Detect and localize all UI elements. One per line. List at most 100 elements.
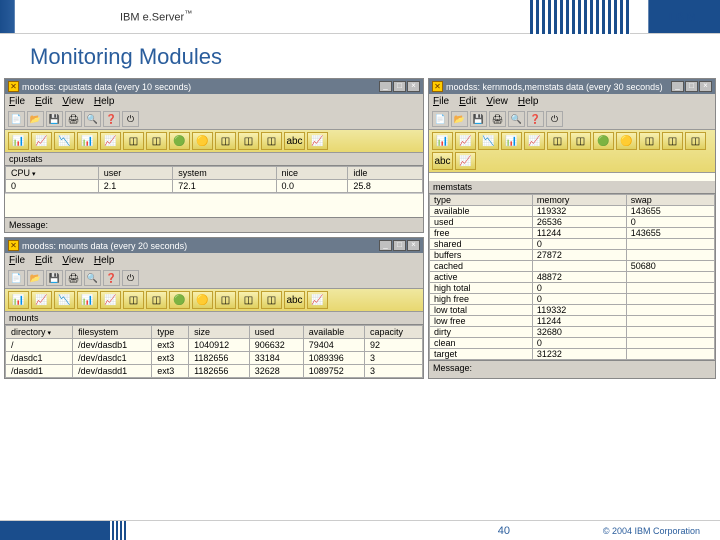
chart-button-2[interactable]: 📉 bbox=[54, 132, 75, 150]
menu-file[interactable]: File bbox=[433, 96, 449, 107]
table-row[interactable]: used265360 bbox=[430, 217, 715, 228]
chart-button-10[interactable]: ◫ bbox=[238, 291, 259, 309]
toolbar-button-6[interactable]: ⏻ bbox=[546, 111, 563, 127]
menu-view[interactable]: View bbox=[486, 96, 508, 107]
toolbar-button-3[interactable]: 🖨 bbox=[489, 111, 506, 127]
toolbar-button-4[interactable]: 🔍 bbox=[508, 111, 525, 127]
menu-edit[interactable]: Edit bbox=[35, 96, 52, 107]
minimize-button[interactable]: _ bbox=[379, 240, 392, 251]
chart-button-5[interactable]: ◫ bbox=[123, 291, 144, 309]
chart-button-4[interactable]: 📈 bbox=[100, 132, 121, 150]
menu-help[interactable]: Help bbox=[518, 96, 539, 107]
col-header[interactable]: capacity bbox=[364, 326, 422, 339]
chart-button-11[interactable]: ◫ bbox=[261, 291, 282, 309]
titlebar-mounts[interactable]: ✕ moodss: mounts data (every 20 seconds)… bbox=[5, 238, 423, 253]
col-header[interactable]: size bbox=[189, 326, 250, 339]
minimize-button[interactable]: _ bbox=[379, 81, 392, 92]
col-header[interactable]: nice bbox=[276, 167, 348, 180]
chart-button-1[interactable]: 📈 bbox=[455, 132, 476, 150]
toolbar-button-2[interactable]: 💾 bbox=[46, 111, 63, 127]
titlebar-memstats[interactable]: ✕ moodss: kernmods,memstats data (every … bbox=[429, 79, 715, 94]
menu-view[interactable]: View bbox=[62, 96, 84, 107]
col-header[interactable]: CPU bbox=[6, 167, 99, 180]
chart-button-11[interactable]: ◫ bbox=[685, 132, 706, 150]
col-header[interactable]: idle bbox=[348, 167, 423, 180]
col-header[interactable]: swap bbox=[626, 195, 714, 206]
chart-button-12[interactable]: abc bbox=[284, 132, 305, 150]
chart-button-3[interactable]: 📊 bbox=[77, 132, 98, 150]
toolbar-button-0[interactable]: 📄 bbox=[432, 111, 449, 127]
col-header[interactable]: user bbox=[98, 167, 173, 180]
col-header[interactable]: available bbox=[303, 326, 364, 339]
chart-button-12[interactable]: abc bbox=[284, 291, 305, 309]
chart-button-9[interactable]: ◫ bbox=[639, 132, 660, 150]
toolbar-button-4[interactable]: 🔍 bbox=[84, 111, 101, 127]
chart-button-13[interactable]: 📈 bbox=[307, 291, 328, 309]
close-button[interactable]: × bbox=[699, 81, 712, 92]
chart-button-0[interactable]: 📊 bbox=[8, 291, 29, 309]
chart-button-10[interactable]: ◫ bbox=[238, 132, 259, 150]
maximize-button[interactable]: □ bbox=[393, 81, 406, 92]
chart-button-13[interactable]: 📈 bbox=[307, 132, 328, 150]
menu-edit[interactable]: Edit bbox=[35, 255, 52, 266]
col-header[interactable]: system bbox=[173, 167, 276, 180]
table-row[interactable]: /dasdc1/dev/dasdc1ext3118265633184108939… bbox=[6, 352, 423, 365]
toolbar-button-1[interactable]: 📂 bbox=[27, 270, 44, 286]
chart-button-6[interactable]: ◫ bbox=[146, 291, 167, 309]
table-row[interactable]: free11244143655 bbox=[430, 228, 715, 239]
toolbar-button-4[interactable]: 🔍 bbox=[84, 270, 101, 286]
maximize-button[interactable]: □ bbox=[393, 240, 406, 251]
chart-button-12[interactable]: abc bbox=[432, 152, 453, 170]
chart-button-5[interactable]: ◫ bbox=[547, 132, 568, 150]
menu-file[interactable]: File bbox=[9, 96, 25, 107]
table-row[interactable]: //dev/dasdb1ext310409129066327940492 bbox=[6, 339, 423, 352]
table-row[interactable]: /dasdd1/dev/dasdd1ext3118265632628108975… bbox=[6, 365, 423, 378]
table-row[interactable]: buffers27872 bbox=[430, 250, 715, 261]
menu-view[interactable]: View bbox=[62, 255, 84, 266]
chart-button-2[interactable]: 📉 bbox=[54, 291, 75, 309]
table-row[interactable]: low total119332 bbox=[430, 305, 715, 316]
maximize-button[interactable]: □ bbox=[685, 81, 698, 92]
chart-button-0[interactable]: 📊 bbox=[8, 132, 29, 150]
toolbar-button-3[interactable]: 🖨 bbox=[65, 270, 82, 286]
chart-button-6[interactable]: ◫ bbox=[146, 132, 167, 150]
col-header[interactable]: directory bbox=[6, 326, 73, 339]
table-row[interactable]: clean0 bbox=[430, 338, 715, 349]
toolbar-button-3[interactable]: 🖨 bbox=[65, 111, 82, 127]
chart-button-3[interactable]: 📊 bbox=[77, 291, 98, 309]
chart-button-7[interactable]: 🟢 bbox=[593, 132, 614, 150]
col-header[interactable]: type bbox=[430, 195, 533, 206]
col-header[interactable]: type bbox=[152, 326, 189, 339]
toolbar-button-0[interactable]: 📄 bbox=[8, 270, 25, 286]
chart-button-8[interactable]: 🟡 bbox=[616, 132, 637, 150]
toolbar-button-5[interactable]: ❓ bbox=[103, 111, 120, 127]
table-row[interactable]: high free0 bbox=[430, 294, 715, 305]
menu-help[interactable]: Help bbox=[94, 255, 115, 266]
table-row[interactable]: 02.172.10.025.8 bbox=[6, 180, 423, 193]
chart-button-5[interactable]: ◫ bbox=[123, 132, 144, 150]
col-header[interactable]: memory bbox=[532, 195, 626, 206]
close-button[interactable]: × bbox=[407, 240, 420, 251]
toolbar-button-1[interactable]: 📂 bbox=[451, 111, 468, 127]
toolbar-button-0[interactable]: 📄 bbox=[8, 111, 25, 127]
toolbar-button-2[interactable]: 💾 bbox=[46, 270, 63, 286]
table-row[interactable]: active48872 bbox=[430, 272, 715, 283]
menu-edit[interactable]: Edit bbox=[459, 96, 476, 107]
menu-help[interactable]: Help bbox=[94, 96, 115, 107]
toolbar-button-1[interactable]: 📂 bbox=[27, 111, 44, 127]
table-row[interactable]: target31232 bbox=[430, 349, 715, 360]
chart-button-8[interactable]: 🟡 bbox=[192, 291, 213, 309]
chart-button-10[interactable]: ◫ bbox=[662, 132, 683, 150]
chart-button-4[interactable]: 📈 bbox=[100, 291, 121, 309]
chart-button-11[interactable]: ◫ bbox=[261, 132, 282, 150]
table-row[interactable]: low free11244 bbox=[430, 316, 715, 327]
chart-button-13[interactable]: 📈 bbox=[455, 152, 476, 170]
chart-button-9[interactable]: ◫ bbox=[215, 132, 236, 150]
chart-button-2[interactable]: 📉 bbox=[478, 132, 499, 150]
table-row[interactable]: high total0 bbox=[430, 283, 715, 294]
chart-button-0[interactable]: 📊 bbox=[432, 132, 453, 150]
chart-button-7[interactable]: 🟢 bbox=[169, 132, 190, 150]
col-header[interactable]: used bbox=[249, 326, 303, 339]
toolbar-button-5[interactable]: ❓ bbox=[103, 270, 120, 286]
col-header[interactable]: filesystem bbox=[73, 326, 152, 339]
